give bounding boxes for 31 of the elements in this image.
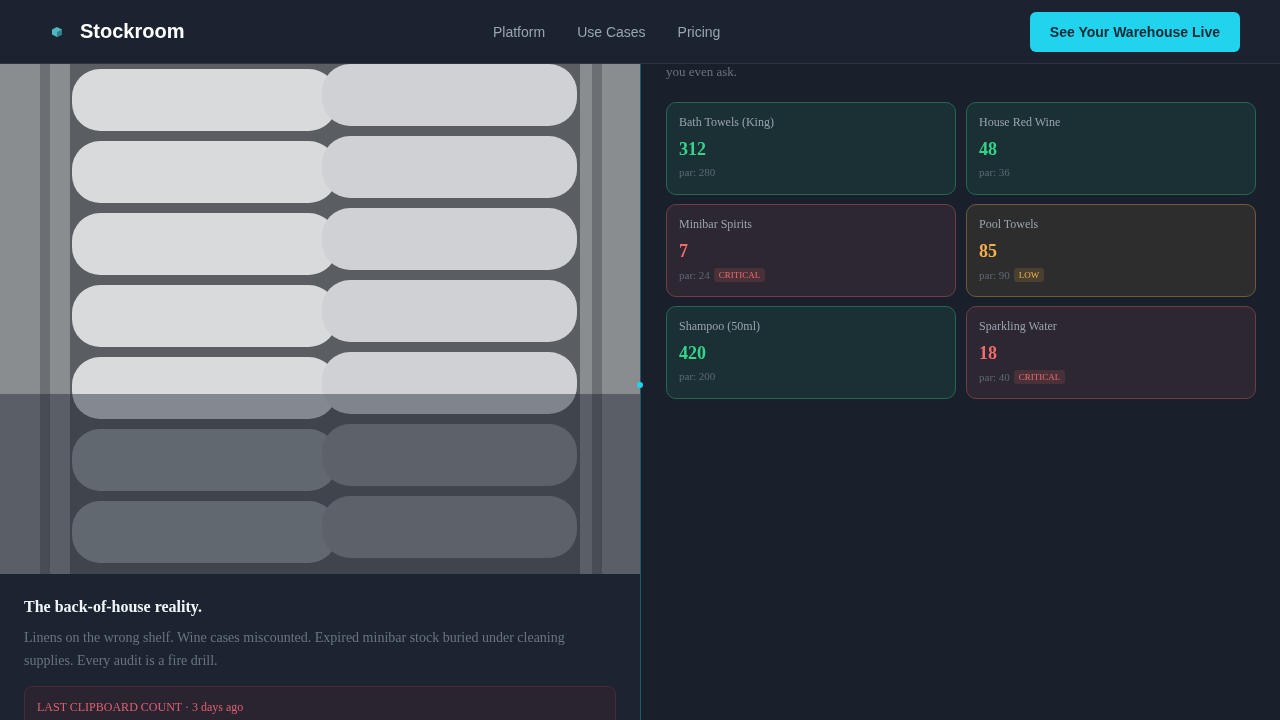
nav-link[interactable]: Pricing <box>677 23 721 40</box>
section-heading: The back-of-house reality. <box>24 598 203 616</box>
section-description: Linens on the wrong shelf. Wine cases miscounted. Expired minibar stock buried under cleaning supplies. Every audit is a fire drill. <box>24 629 566 670</box>
stock-count: 312 <box>679 139 706 160</box>
status-badge: LOW <box>1013 268 1045 282</box>
par-level: par: 280 <box>679 166 716 178</box>
par-level: par: 36 <box>979 166 1010 178</box>
item-name: Pool Towels <box>979 217 1040 232</box>
item-name: Sparkling Water <box>979 319 1058 334</box>
item-name: House Red Wine <box>979 115 1062 130</box>
nav-link[interactable]: Use Cases <box>577 23 646 40</box>
item-name: Shampoo (50ml) <box>679 319 761 334</box>
status-badge: CRITICAL <box>1013 370 1066 384</box>
nav-link[interactable]: Platform <box>493 23 546 40</box>
status-badge: CRITICAL <box>713 268 766 282</box>
item-name: Minibar Spirits <box>679 217 753 232</box>
brand-name[interactable]: Stockroom <box>80 20 185 43</box>
stock-count: 48 <box>979 139 997 160</box>
demo-button[interactable]: See Your Warehouse Live <box>1029 11 1240 52</box>
stock-count: 7 <box>679 241 688 262</box>
item-name: Bath Towels (King) <box>679 115 775 130</box>
cube-icon <box>52 26 62 37</box>
stock-count: 18 <box>979 343 997 364</box>
clipboard-count-label: LAST CLIPBOARD COUNT · 3 days ago <box>37 700 244 714</box>
stock-count: 420 <box>679 343 706 364</box>
par-level: par: 200 <box>679 370 716 382</box>
par-level: par: 40 <box>979 371 1010 383</box>
intro-text: you even ask. <box>666 64 739 80</box>
stock-count: 85 <box>979 241 997 262</box>
par-level: par: 90 <box>979 269 1010 281</box>
divider-dot <box>637 382 643 388</box>
